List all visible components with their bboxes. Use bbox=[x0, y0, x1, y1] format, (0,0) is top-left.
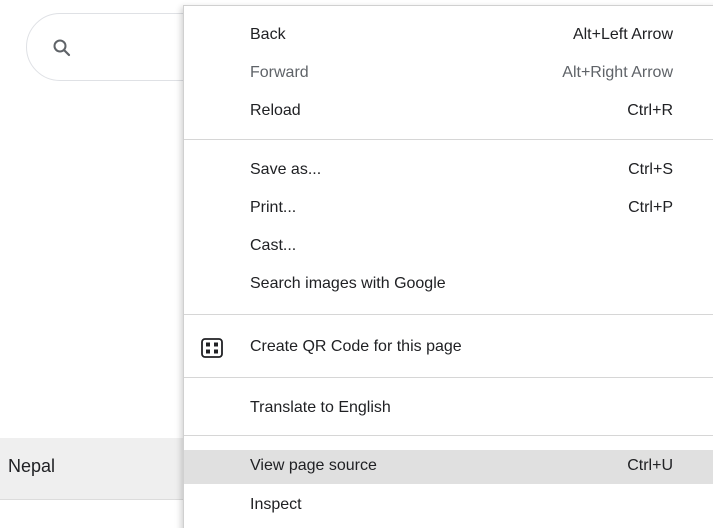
menu-item-label: Search images with Google bbox=[250, 275, 446, 292]
qr-code-icon bbox=[201, 338, 223, 358]
menu-item-label: Forward bbox=[250, 64, 309, 81]
menu-item-save-as[interactable]: Save as... Ctrl+S bbox=[184, 155, 713, 187]
context-menu: Back Alt+Left Arrow Forward Alt+Right Ar… bbox=[183, 5, 713, 528]
menu-item-label: Cast... bbox=[250, 237, 297, 254]
menu-separator bbox=[184, 139, 713, 140]
browser-page: Nepal Back Alt+Left Arrow Forward Alt+Ri… bbox=[0, 0, 713, 528]
menu-item-label: View page source bbox=[250, 457, 377, 474]
menu-item-cast[interactable]: Cast... bbox=[184, 231, 713, 263]
menu-item-create-qr[interactable]: Create QR Code for this page bbox=[184, 332, 713, 364]
menu-separator bbox=[184, 435, 713, 436]
menu-item-reload[interactable]: Reload Ctrl+R bbox=[184, 96, 713, 128]
menu-item-label: Reload bbox=[250, 102, 301, 119]
menu-item-print[interactable]: Print... Ctrl+P bbox=[184, 193, 713, 225]
menu-item-back[interactable]: Back Alt+Left Arrow bbox=[184, 20, 713, 52]
menu-item-label: Inspect bbox=[250, 496, 302, 513]
menu-item-shortcut: Ctrl+U bbox=[627, 457, 673, 474]
menu-item-label: Save as... bbox=[250, 161, 322, 178]
menu-item-shortcut: Alt+Right Arrow bbox=[562, 64, 673, 81]
menu-item-search-images[interactable]: Search images with Google bbox=[184, 269, 713, 301]
menu-item-label: Create QR Code for this page bbox=[250, 338, 462, 355]
menu-item-view-source[interactable]: View page source Ctrl+U bbox=[184, 450, 713, 484]
country-row[interactable]: Nepal bbox=[0, 438, 190, 500]
menu-item-shortcut: Ctrl+S bbox=[628, 161, 673, 178]
menu-item-shortcut: Alt+Left Arrow bbox=[572, 26, 673, 43]
menu-item-shortcut: Ctrl+R bbox=[627, 102, 673, 119]
country-label: Nepal bbox=[8, 456, 56, 476]
menu-item-inspect[interactable]: Inspect bbox=[184, 490, 713, 522]
menu-item-label: Back bbox=[250, 26, 286, 43]
menu-item-translate[interactable]: Translate to English bbox=[184, 393, 713, 425]
menu-item-label: Print... bbox=[250, 199, 297, 216]
menu-item-forward[interactable]: Forward Alt+Right Arrow bbox=[184, 58, 713, 90]
menu-separator bbox=[184, 377, 713, 378]
menu-separator bbox=[184, 314, 713, 315]
menu-item-label: Translate to English bbox=[250, 399, 391, 416]
menu-item-shortcut: Ctrl+P bbox=[628, 199, 673, 216]
search-icon bbox=[53, 39, 71, 57]
